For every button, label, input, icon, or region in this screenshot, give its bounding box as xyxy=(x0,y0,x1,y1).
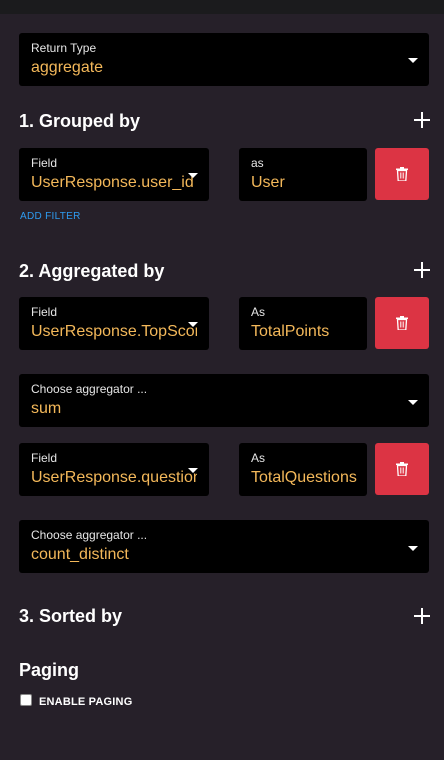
add-filter-link[interactable]: ADD FILTER xyxy=(20,211,81,222)
sorted-by-heading: 3. Sorted by xyxy=(19,606,123,626)
chevron-down-icon xyxy=(408,400,418,405)
aggregator-select[interactable]: Choose aggregator ... sum xyxy=(19,374,429,427)
aggregated-by-heading: 2. Aggregated by xyxy=(19,261,165,281)
aggregator-label: Choose aggregator ... xyxy=(31,382,148,396)
aggregation-field-select[interactable]: Field UserResponse.TopScore xyxy=(19,297,209,350)
group-as-label: as xyxy=(251,156,264,170)
aggregation-field-value: UserResponse.TopScore xyxy=(31,323,197,340)
aggregation-as-value: TotalPoints xyxy=(251,323,330,340)
aggregation-field-label: Field xyxy=(31,305,58,319)
enable-paging-label[interactable]: ENABLE PAGING xyxy=(39,696,132,708)
add-sort-plus-icon[interactable] xyxy=(414,608,430,624)
paging-heading: Paging xyxy=(19,660,80,680)
return-type-select[interactable]: Return Type aggregate xyxy=(19,33,429,86)
aggregator-value: count_distinct xyxy=(31,546,129,563)
return-type-value: aggregate xyxy=(31,59,104,76)
group-field-select[interactable]: Field UserResponse.user_id xyxy=(19,148,209,201)
aggregation-as-input[interactable]: As TotalQuestions xyxy=(239,443,367,496)
chevron-down-icon xyxy=(188,322,198,327)
delete-aggregation-button[interactable] xyxy=(375,443,429,495)
aggregation-as-input[interactable]: As TotalPoints xyxy=(239,297,367,350)
chevron-down-icon xyxy=(408,58,418,63)
aggregation-as-value: TotalQuestions xyxy=(251,469,357,486)
aggregator-select[interactable]: Choose aggregator ... count_distinct xyxy=(19,520,429,573)
enable-paging-checkbox[interactable] xyxy=(20,694,32,706)
group-as-input[interactable]: as User xyxy=(239,148,367,201)
add-group-plus-icon[interactable] xyxy=(414,112,430,128)
trash-icon xyxy=(396,316,408,330)
grouped-by-heading: 1. Grouped by xyxy=(19,111,141,131)
delete-group-button[interactable] xyxy=(375,148,429,200)
chevron-down-icon xyxy=(188,468,198,473)
chevron-down-icon xyxy=(188,173,198,178)
top-bar xyxy=(0,0,444,14)
aggregator-value: sum xyxy=(31,400,62,417)
trash-icon xyxy=(396,462,408,476)
aggregator-label: Choose aggregator ... xyxy=(31,528,148,542)
aggregation-field-value: UserResponse.question_id xyxy=(31,469,197,486)
delete-aggregation-button[interactable] xyxy=(375,297,429,349)
aggregation-field-select[interactable]: Field UserResponse.question_id xyxy=(19,443,209,496)
aggregation-as-label: As xyxy=(251,451,266,465)
group-field-value: UserResponse.user_id xyxy=(31,174,194,191)
chevron-down-icon xyxy=(408,546,418,551)
group-field-label: Field xyxy=(31,156,58,170)
trash-icon xyxy=(396,167,408,181)
return-type-label: Return Type xyxy=(31,41,97,55)
group-as-value: User xyxy=(251,174,285,191)
add-aggregation-plus-icon[interactable] xyxy=(414,262,430,278)
aggregation-as-label: As xyxy=(251,305,266,319)
aggregation-field-label: Field xyxy=(31,451,58,465)
